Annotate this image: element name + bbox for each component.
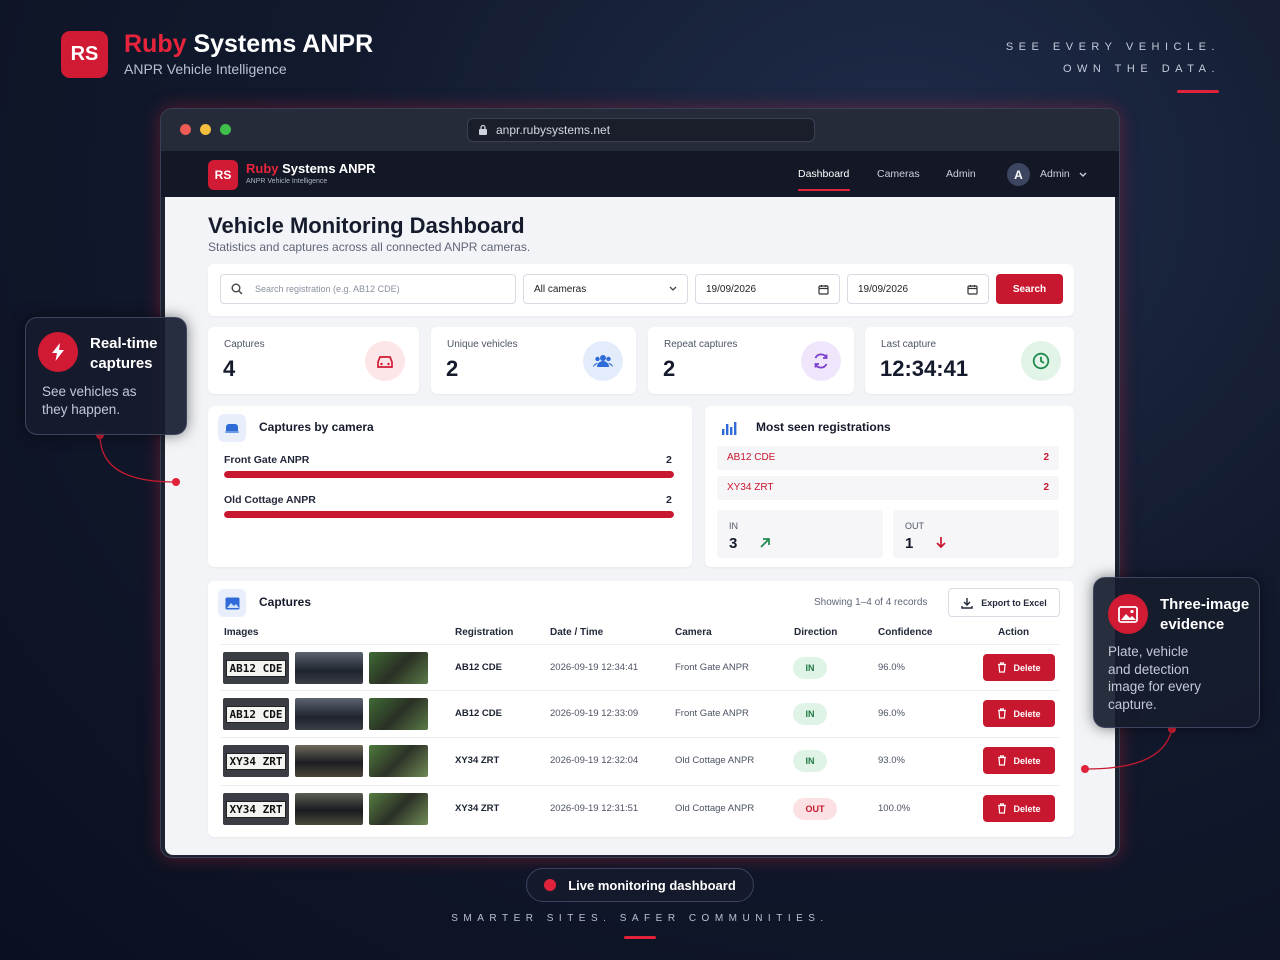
- callout-connectors: [96, 431, 1176, 773]
- live-monitoring-pill: Live monitoring dashboard: [526, 868, 754, 902]
- callout-description: Plate, vehicle and detection image for eve…: [1108, 644, 1202, 712]
- realtime-callout: Real-time captures See vehicles as they ha…: [25, 317, 187, 435]
- callout-title: Real-time captures: [90, 335, 158, 372]
- lightning-icon: [38, 332, 78, 372]
- footer-divider: [624, 936, 656, 939]
- live-indicator-icon: [544, 879, 557, 891]
- callout-title: Three-image evidence: [1160, 596, 1250, 633]
- image-icon: [1108, 594, 1148, 634]
- evidence-callout: Three-image evidence Plate, vehicle and de…: [1093, 577, 1260, 728]
- footer-tagline: SMARTER SITES. SAFER COMMUNITIES.: [451, 913, 829, 924]
- callout-description: See vehicles as they happen.: [42, 384, 137, 417]
